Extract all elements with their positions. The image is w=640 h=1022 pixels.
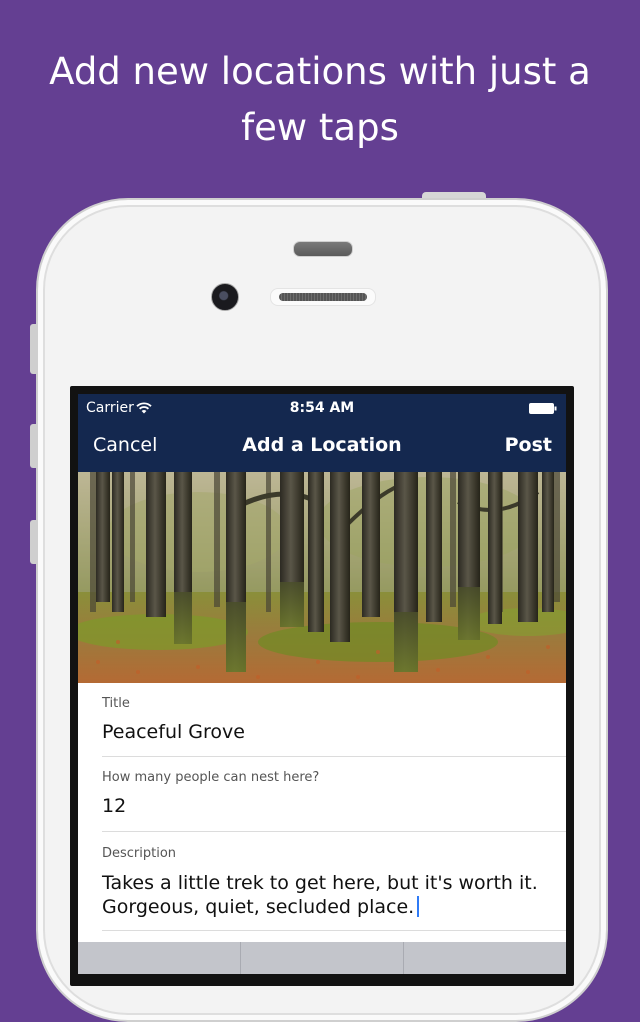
- capacity-input[interactable]: 12: [102, 795, 566, 817]
- app-screen: Carrier 8:54 AM Cancel Add a Location Po…: [78, 394, 566, 974]
- toolbar-segment[interactable]: [78, 942, 241, 974]
- nav-title: Add a Location: [242, 434, 402, 456]
- status-time: 8:54 AM: [289, 400, 355, 416]
- front-camera: [211, 283, 239, 311]
- proximity-sensor: [293, 241, 353, 257]
- title-input[interactable]: Peaceful Grove: [102, 721, 566, 743]
- capacity-label: How many people can nest here?: [102, 770, 320, 785]
- post-button[interactable]: Post: [505, 434, 552, 456]
- description-text: Takes a little trek to get here, but it'…: [102, 872, 538, 918]
- headline: Add new locations with just a few taps: [49, 50, 591, 149]
- text-cursor: [417, 896, 420, 917]
- capacity-field[interactable]: How many people can nest here? 12: [102, 770, 566, 832]
- description-label: Description: [102, 846, 177, 861]
- title-label: Title: [102, 696, 130, 711]
- battery-icon: [529, 403, 557, 414]
- keyboard-toolbar: [78, 942, 566, 974]
- forest-photo[interactable]: [78, 472, 566, 683]
- title-field[interactable]: Title Peaceful Grove: [102, 696, 566, 757]
- description-input[interactable]: Takes a little trek to get here, but it'…: [102, 871, 542, 919]
- description-field[interactable]: Description Takes a little trek to get h…: [102, 846, 566, 931]
- toolbar-segment[interactable]: [241, 942, 404, 974]
- navigation-bar: Carrier 8:54 AM Cancel Add a Location Po…: [78, 394, 566, 472]
- toolbar-segment[interactable]: [404, 942, 566, 974]
- earpiece-speaker: [270, 288, 376, 306]
